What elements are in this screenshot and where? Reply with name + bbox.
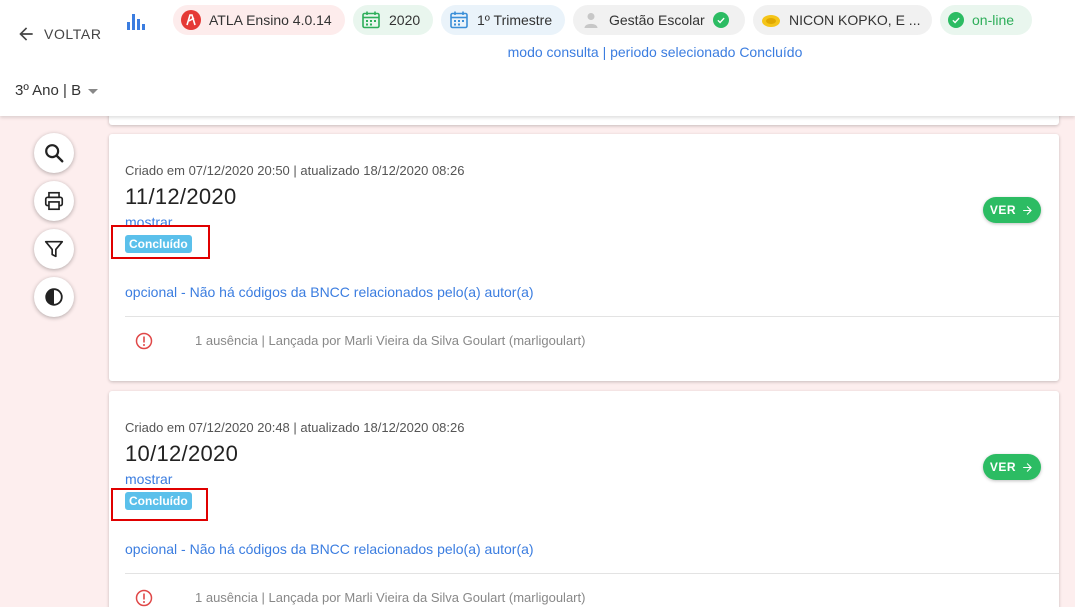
card-meta: Criado em 07/12/2020 20:50 | atualizado …: [125, 163, 465, 178]
online-status-chip: on-line: [940, 5, 1032, 35]
person-icon: [584, 13, 598, 28]
filter-button[interactable]: [34, 229, 74, 269]
bar-chart-icon[interactable]: [126, 10, 146, 32]
atla-logo-icon: [181, 10, 201, 30]
print-icon: [44, 191, 64, 211]
view-button[interactable]: VER: [983, 197, 1041, 223]
card-date: 10/12/2020: [125, 441, 239, 466]
back-button[interactable]: VOLTAR: [16, 22, 102, 46]
contrast-icon: [45, 288, 63, 306]
highlight-box: [111, 225, 210, 259]
bncc-link[interactable]: opcional - Não há códigos da BNCC relaci…: [125, 541, 534, 557]
class-selector[interactable]: 3º Ano | B: [15, 82, 99, 99]
alert-circle-icon: [135, 332, 153, 350]
user-chip[interactable]: NICON KOPKO, E ...: [753, 5, 932, 35]
search-icon: [45, 144, 64, 163]
card-meta: Criado em 07/12/2020 20:48 | atualizado …: [125, 420, 465, 435]
year-chip[interactable]: 2020: [353, 5, 433, 35]
term-chip[interactable]: 1º Trimestre: [441, 5, 565, 35]
user-avatar-icon: [762, 15, 780, 27]
show-link[interactable]: mostrar: [125, 471, 172, 487]
alert-circle-icon: [135, 589, 153, 607]
class-label: 3º Ano | B: [15, 82, 82, 99]
arrow-left-icon: [19, 27, 33, 41]
filter-icon: [44, 240, 64, 258]
app-version-label: ATLA Ensino 4.0.14: [209, 12, 332, 28]
arrow-right-icon: [1023, 205, 1032, 215]
term-label: 1º Trimestre: [477, 12, 553, 28]
print-button[interactable]: [34, 181, 74, 221]
view-button[interactable]: VER: [983, 454, 1041, 480]
year-label: 2020: [389, 12, 421, 28]
back-label: VOLTAR: [44, 26, 102, 42]
bncc-link[interactable]: opcional - Não há códigos da BNCC relaci…: [125, 284, 534, 300]
calendar-icon: [450, 11, 468, 29]
view-label: VER: [989, 460, 1017, 474]
online-status-label: on-line: [972, 12, 1015, 28]
lesson-card: Criado em 07/12/2020 20:50 | atualizado …: [109, 134, 1059, 381]
app-version-chip[interactable]: ATLA Ensino 4.0.14: [173, 5, 345, 35]
arrow-right-icon: [1023, 462, 1032, 472]
card-date: 11/12/2020: [125, 184, 237, 209]
search-button[interactable]: [34, 133, 74, 173]
mode-text: modo consulta | periodo selecionado Conc…: [507, 44, 803, 60]
contrast-button[interactable]: [34, 277, 74, 317]
role-chip[interactable]: Gestão Escolar: [573, 5, 745, 35]
check-icon: [948, 12, 964, 28]
view-label: VER: [989, 203, 1017, 217]
lesson-card: Criado em 07/12/2020 20:48 | atualizado …: [109, 391, 1059, 607]
calendar-icon: [362, 11, 380, 29]
check-icon: [712, 12, 729, 28]
divider: [125, 573, 1059, 574]
absence-text: 1 ausência | Lançada por Marli Vieira da…: [195, 333, 586, 348]
absence-text: 1 ausência | Lançada por Marli Vieira da…: [195, 590, 586, 605]
top-header: VOLTAR ATLA Ensino 4.0.14 2020 1º Trimes…: [0, 0, 1075, 116]
highlight-box: [111, 488, 208, 521]
role-label: Gestão Escolar: [609, 12, 705, 28]
chevron-down-icon: [88, 89, 99, 94]
divider: [125, 316, 1059, 317]
user-label: NICON KOPKO, E ...: [789, 12, 921, 28]
